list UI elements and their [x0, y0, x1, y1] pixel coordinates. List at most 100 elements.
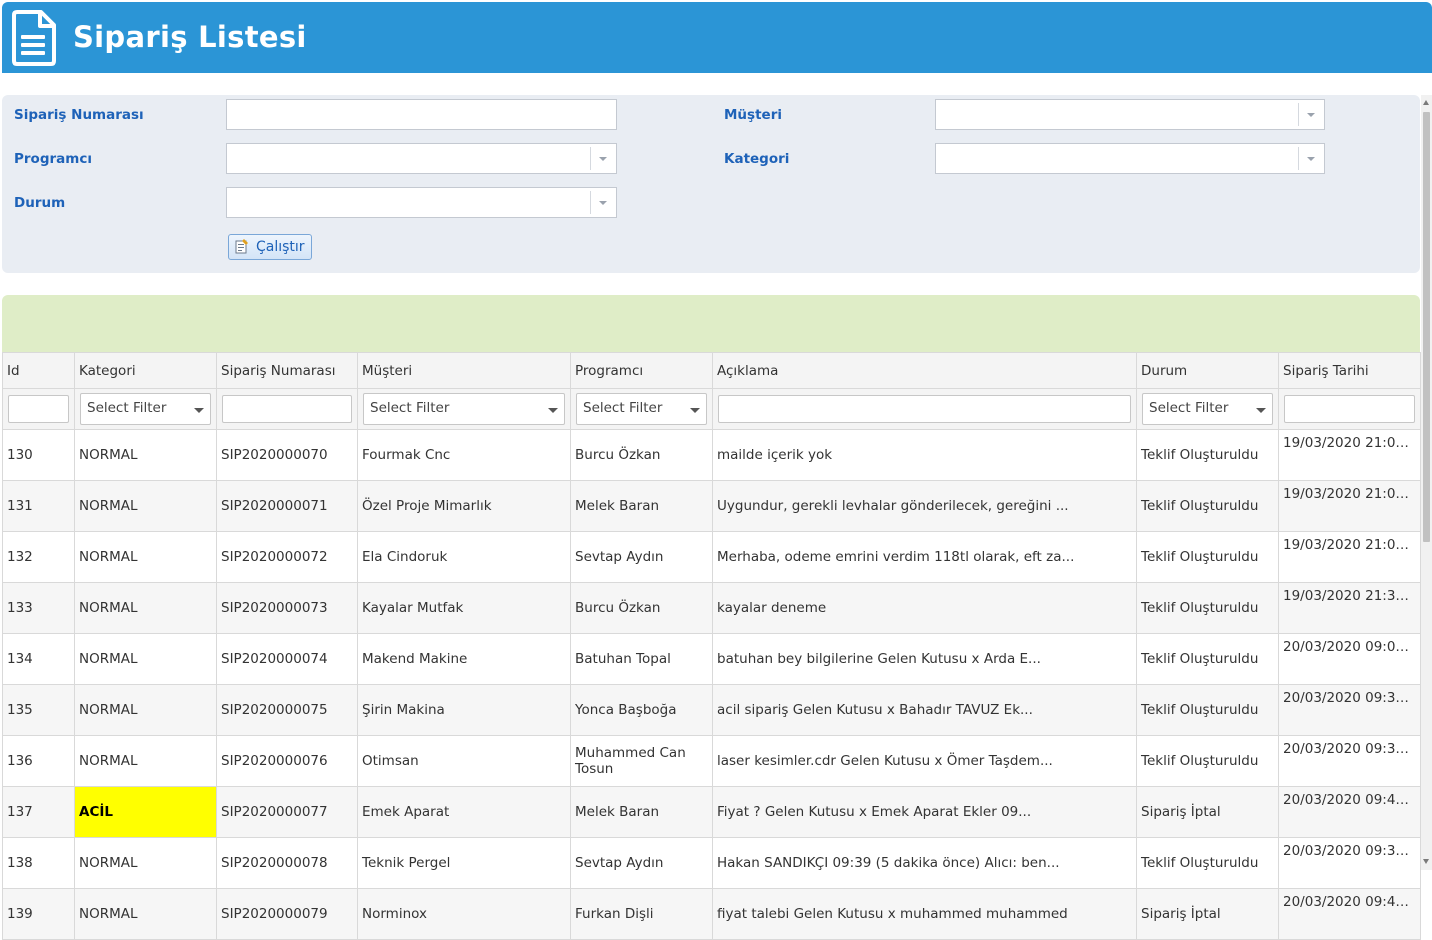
- cell-customer: Otimsan: [357, 735, 571, 787]
- order-number-filter-input[interactable]: [222, 395, 352, 423]
- scroll-thumb[interactable]: [1423, 112, 1430, 542]
- table-row[interactable]: 132 NORMAL SIP2020000072 Ela Cindoruk Se…: [2, 531, 1421, 583]
- table-row[interactable]: 135 NORMAL SIP2020000075 Şirin Makina Yo…: [2, 684, 1421, 736]
- cell-id: 138: [2, 837, 75, 889]
- cell-order-date: 20/03/2020 09:31:46: [1278, 684, 1421, 736]
- programmer-select[interactable]: [226, 143, 617, 174]
- table-row[interactable]: 139 NORMAL SIP2020000079 Norminox Furkan…: [2, 888, 1421, 940]
- cell-category: NORMAL: [74, 888, 217, 940]
- cell-programmer: Muhammed Can Tosun: [570, 735, 713, 787]
- cell-description: batuhan bey bilgilerine Gelen Kutusu x A…: [712, 633, 1137, 685]
- id-filter-input[interactable]: [8, 395, 69, 423]
- cell-status: Teklif Oluşturuldu: [1136, 684, 1279, 736]
- chevron-down-icon[interactable]: [590, 147, 613, 170]
- table-row[interactable]: 134 NORMAL SIP2020000074 Makend Makine B…: [2, 633, 1421, 685]
- orders-grid: Id Kategori Sipariş Numarası Müşteri Pro…: [2, 352, 1421, 940]
- page-title: Sipariş Listesi: [73, 20, 307, 54]
- cell-order-number: SIP2020000071: [216, 480, 358, 532]
- cell-order-date: 20/03/2020 09:42:06: [1278, 786, 1421, 838]
- column-header-programmer[interactable]: Programcı: [570, 352, 713, 389]
- column-header-customer[interactable]: Müşteri: [357, 352, 571, 389]
- cell-status: Teklif Oluşturuldu: [1136, 429, 1279, 481]
- cell-description: Uygundur, gerekli levhalar gönderilecek,…: [712, 480, 1137, 532]
- cell-order-number: SIP2020000078: [216, 837, 358, 889]
- cell-customer: Şirin Makina: [357, 684, 571, 736]
- cell-order-date: 20/03/2020 09:35:08: [1278, 837, 1421, 889]
- cell-id: 131: [2, 480, 75, 532]
- column-header-order-date[interactable]: Sipariş Tarihi: [1278, 352, 1421, 389]
- cell-programmer: Melek Baran: [570, 786, 713, 838]
- vertical-scrollbar[interactable]: [1421, 95, 1432, 870]
- table-row[interactable]: 133 NORMAL SIP2020000073 Kayalar Mutfak …: [2, 582, 1421, 634]
- cell-status: Teklif Oluşturuldu: [1136, 531, 1279, 583]
- programmer-label: Programcı: [14, 151, 92, 167]
- cell-id: 130: [2, 429, 75, 481]
- cell-description: fiyat talebi Gelen Kutusu x muhammed muh…: [712, 888, 1137, 940]
- chevron-down-icon[interactable]: [1298, 103, 1321, 126]
- cell-category: NORMAL: [74, 480, 217, 532]
- column-header-description[interactable]: Açıklama: [712, 352, 1137, 389]
- customer-select[interactable]: [935, 99, 1325, 130]
- cell-order-date: 20/03/2020 09:42:08: [1278, 888, 1421, 940]
- cell-programmer: Burcu Özkan: [570, 582, 713, 634]
- cell-programmer: Burcu Özkan: [570, 429, 713, 481]
- cell-status: Teklif Oluşturuldu: [1136, 633, 1279, 685]
- run-button[interactable]: Çalıştır: [228, 234, 312, 260]
- column-header-id[interactable]: Id: [2, 352, 75, 389]
- cell-order-date: 19/03/2020 21:33:49: [1278, 582, 1421, 634]
- table-row[interactable]: 138 NORMAL SIP2020000078 Teknik Pergel S…: [2, 837, 1421, 889]
- status-label: Durum: [14, 195, 66, 211]
- cell-description: Merhaba, odeme emrini verdim 118tl olara…: [712, 531, 1137, 583]
- cell-description: Fiyat ? Gelen Kutusu x Emek Aparat Ekler…: [712, 786, 1137, 838]
- cell-order-number: SIP2020000075: [216, 684, 358, 736]
- column-header-order-number[interactable]: Sipariş Numarası: [216, 352, 358, 389]
- status-filter-select[interactable]: Select Filter: [1142, 393, 1273, 425]
- order-number-label: Sipariş Numarası: [14, 107, 144, 123]
- filter-row: Select Filter Select Filter Select Filte…: [2, 388, 1421, 430]
- cell-programmer: Batuhan Topal: [570, 633, 713, 685]
- scroll-up-icon[interactable]: [1423, 100, 1429, 105]
- cell-id: 139: [2, 888, 75, 940]
- cell-customer: Teknik Pergel: [357, 837, 571, 889]
- cell-status: Teklif Oluşturuldu: [1136, 837, 1279, 889]
- cell-customer: Norminox: [357, 888, 571, 940]
- cell-id: 135: [2, 684, 75, 736]
- category-filter-select[interactable]: Select Filter: [80, 393, 211, 425]
- cell-description: kayalar deneme: [712, 582, 1137, 634]
- column-header-status[interactable]: Durum: [1136, 352, 1279, 389]
- cell-description: Hakan SANDIKÇI 09:39 (5 dakika önce) Alı…: [712, 837, 1137, 889]
- status-select[interactable]: [226, 187, 617, 218]
- cell-programmer: Sevtap Aydın: [570, 531, 713, 583]
- run-report-icon: [235, 239, 248, 254]
- cell-description: mailde içerik yok: [712, 429, 1137, 481]
- cell-category: NORMAL: [74, 633, 217, 685]
- cell-order-date: 19/03/2020 21:01:52: [1278, 429, 1421, 481]
- cell-programmer: Melek Baran: [570, 480, 713, 532]
- category-label: Kategori: [724, 151, 790, 167]
- chevron-down-icon[interactable]: [1298, 147, 1321, 170]
- order-number-input[interactable]: [226, 99, 617, 130]
- customer-label: Müşteri: [724, 107, 782, 123]
- table-row[interactable]: 130 NORMAL SIP2020000070 Fourmak Cnc Bur…: [2, 429, 1421, 481]
- order-date-filter-input[interactable]: [1284, 395, 1415, 423]
- programmer-filter-select[interactable]: Select Filter: [576, 393, 707, 425]
- table-row[interactable]: 136 NORMAL SIP2020000076 Otimsan Muhamme…: [2, 735, 1421, 787]
- page-header: Sipariş Listesi: [2, 2, 1432, 73]
- cell-order-number: SIP2020000076: [216, 735, 358, 787]
- cell-order-number: SIP2020000073: [216, 582, 358, 634]
- category-select[interactable]: [935, 143, 1325, 174]
- customer-filter-select[interactable]: Select Filter: [363, 393, 565, 425]
- cell-customer: Özel Proje Mimarlık: [357, 480, 571, 532]
- description-filter-input[interactable]: [718, 395, 1131, 423]
- cell-description: laser kesimler.cdr Gelen Kutusu x Ömer T…: [712, 735, 1137, 787]
- table-row[interactable]: 131 NORMAL SIP2020000071 Özel Proje Mima…: [2, 480, 1421, 532]
- cell-category: NORMAL: [74, 582, 217, 634]
- cell-order-number: SIP2020000074: [216, 633, 358, 685]
- table-row[interactable]: 137 ACİL SIP2020000077 Emek Aparat Melek…: [2, 786, 1421, 838]
- chevron-down-icon[interactable]: [590, 191, 613, 214]
- column-header-category[interactable]: Kategori: [74, 352, 217, 389]
- cell-order-number: SIP2020000077: [216, 786, 358, 838]
- header-row: Id Kategori Sipariş Numarası Müşteri Pro…: [2, 352, 1421, 389]
- cell-customer: Kayalar Mutfak: [357, 582, 571, 634]
- scroll-down-icon[interactable]: [1423, 859, 1429, 864]
